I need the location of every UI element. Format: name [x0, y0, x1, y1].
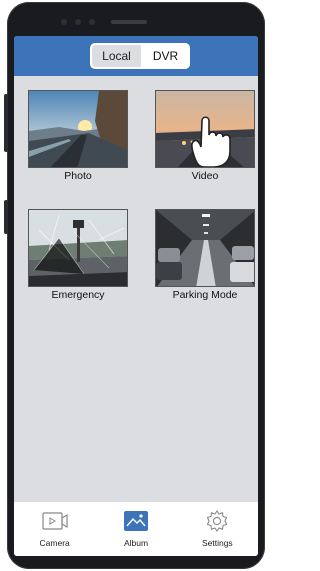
nav-label: Settings [201, 538, 233, 548]
tab-dvr[interactable]: DVR [141, 43, 190, 69]
earpiece-speaker [111, 20, 147, 24]
nav-label: Camera [39, 538, 70, 548]
power-button [4, 200, 8, 234]
album-item-photo[interactable]: Photo [28, 90, 128, 182]
photo-thumbnail [28, 90, 128, 168]
nav-settings[interactable]: Settings [177, 502, 258, 556]
gear-icon [204, 510, 230, 532]
source-toggle: Local DVR [90, 43, 190, 69]
tab-local[interactable]: Local [92, 45, 141, 67]
header-bar: Local DVR [14, 36, 258, 76]
album-item-label: Photo [64, 170, 92, 182]
album-item-video[interactable]: Video [155, 90, 255, 182]
nav-camera[interactable]: Camera [14, 502, 95, 556]
album-item-label: Parking Mode [172, 289, 238, 301]
bottom-navigation: Camera Album Settings [14, 502, 258, 556]
volume-button [4, 94, 8, 152]
emergency-thumbnail [28, 209, 128, 287]
album-icon [123, 510, 149, 532]
sensor-dot [89, 19, 95, 25]
front-camera [75, 19, 81, 25]
album-item-label: Video [191, 170, 219, 182]
album-item-parking-mode[interactable]: Parking Mode [155, 209, 255, 301]
sensor-dot [61, 19, 67, 25]
album-item-label: Emergency [51, 289, 105, 301]
app-screen: Local DVR Photo Video Emergency Parking … [14, 36, 258, 556]
nav-album[interactable]: Album [95, 502, 176, 556]
parking-mode-thumbnail [155, 209, 255, 287]
nav-label: Album [123, 538, 149, 548]
album-item-emergency[interactable]: Emergency [28, 209, 128, 301]
video-thumbnail [155, 90, 255, 168]
camera-icon [42, 510, 68, 532]
